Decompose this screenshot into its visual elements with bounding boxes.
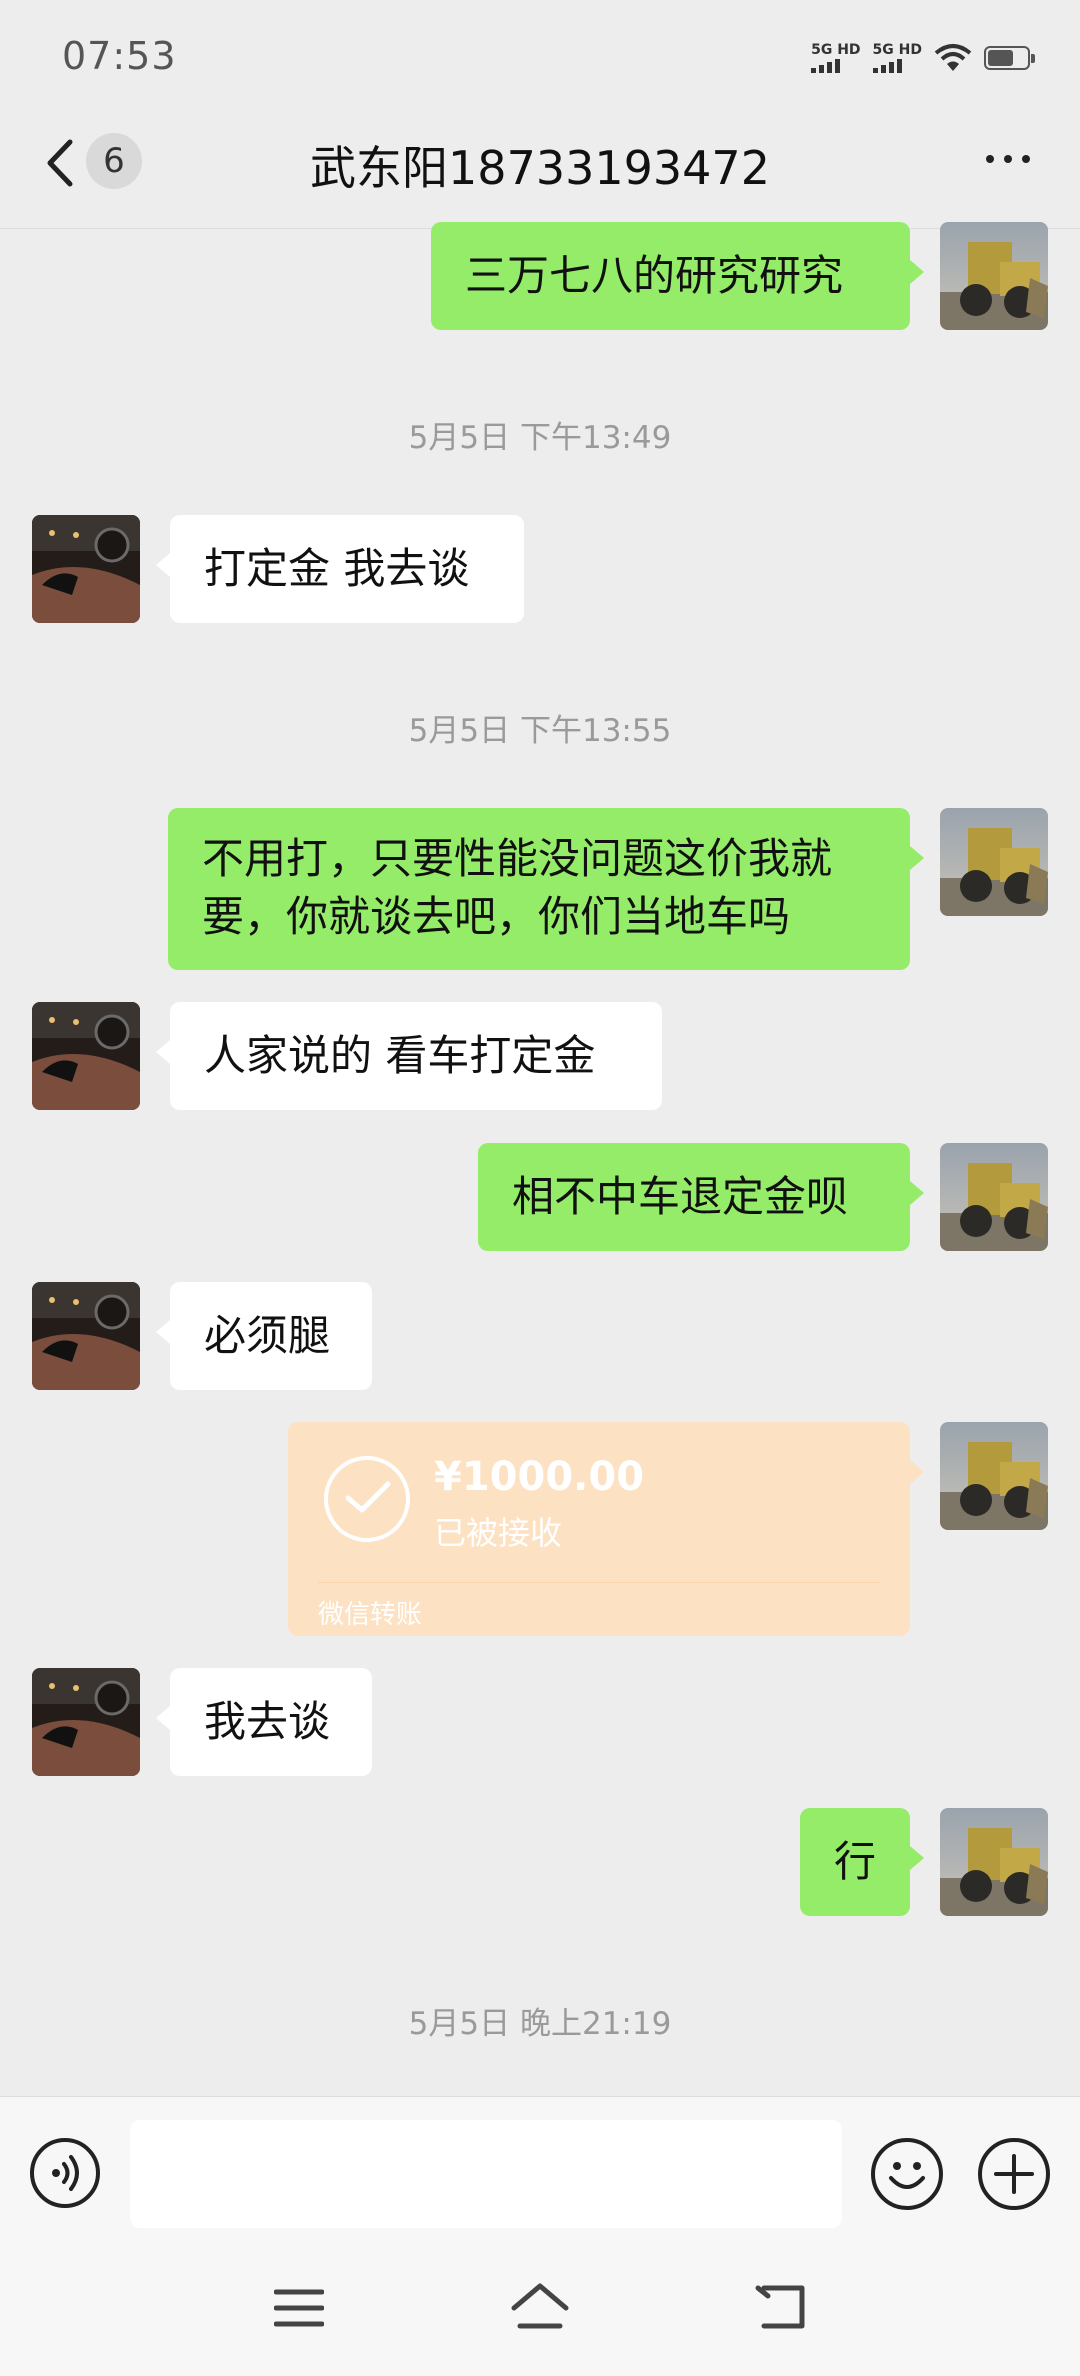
message-bubble-incoming[interactable]: 打定金 我去谈 — [156, 515, 524, 623]
chat-title: 武东阳18733193472 — [310, 141, 770, 195]
signal-icon: 5G HD — [872, 43, 922, 73]
wifi-icon — [934, 44, 972, 71]
emoji-icon[interactable] — [871, 2138, 943, 2210]
status-icons: 5G HD 5G HD — [811, 38, 1035, 78]
menu-icon[interactable] — [274, 2288, 324, 2328]
loader-photo-icon — [940, 808, 1048, 916]
avatar-self[interactable] — [940, 1143, 1048, 1251]
avatar-contact[interactable] — [32, 1668, 140, 1776]
avatar-self[interactable] — [940, 808, 1048, 916]
avatar-self[interactable] — [940, 1422, 1048, 1530]
back-nav-icon[interactable] — [754, 2284, 808, 2330]
check-circle-icon — [324, 1456, 410, 1542]
car-photo-icon — [32, 1668, 140, 1776]
message-bubble-incoming[interactable]: 人家说的 看车打定金 — [156, 1002, 662, 1110]
message-bubble-incoming[interactable]: 必须腿 — [156, 1282, 372, 1390]
timestamp: 5月5日 下午13:49 — [408, 420, 672, 456]
plus-icon[interactable] — [978, 2138, 1050, 2210]
transfer-card[interactable]: ¥1000.00 已被接收 微信转账 — [288, 1422, 924, 1636]
message-bubble-outgoing[interactable]: 三万七八的研究研究 — [431, 222, 924, 330]
battery-icon — [984, 46, 1035, 70]
avatar-contact[interactable] — [32, 1282, 140, 1390]
loader-photo-icon — [940, 1143, 1048, 1251]
voice-icon[interactable] — [30, 2138, 100, 2208]
avatar-self[interactable] — [940, 222, 1048, 330]
car-photo-icon — [32, 1282, 140, 1390]
message-bubble-incoming[interactable]: 我去谈 — [156, 1668, 372, 1776]
loader-photo-icon — [940, 1422, 1048, 1530]
car-photo-icon — [32, 515, 140, 623]
message-bubble-outgoing[interactable]: 不用打，只要性能没问题这价我就 要，你就谈去吧，你们当地车吗 — [168, 808, 924, 970]
transfer-amount: ¥1000.00 — [434, 1454, 645, 1500]
signal-icon: 5G HD — [811, 43, 861, 73]
timestamp: 5月5日 晚上21:19 — [408, 2006, 672, 2042]
message-bubble-outgoing[interactable]: 行 — [800, 1808, 924, 1916]
message-bubble-outgoing[interactable]: 相不中车退定金呗 — [478, 1143, 924, 1251]
loader-photo-icon — [940, 1808, 1048, 1916]
avatar-contact[interactable] — [32, 515, 140, 623]
car-photo-icon — [32, 1002, 140, 1110]
avatar-self[interactable] — [940, 1808, 1048, 1916]
message-input[interactable] — [130, 2120, 842, 2228]
timestamp: 5月5日 下午13:55 — [408, 713, 672, 749]
avatar-contact[interactable] — [32, 1002, 140, 1110]
transfer-status: 已被接收 — [434, 1514, 563, 1552]
divider — [318, 1582, 880, 1583]
more-dots-icon[interactable] — [986, 155, 1030, 163]
home-icon[interactable] — [510, 2282, 570, 2330]
loader-photo-icon — [940, 222, 1048, 330]
transfer-source-label: 微信转账 — [318, 1600, 423, 1630]
status-time: 07:53 — [62, 34, 177, 78]
